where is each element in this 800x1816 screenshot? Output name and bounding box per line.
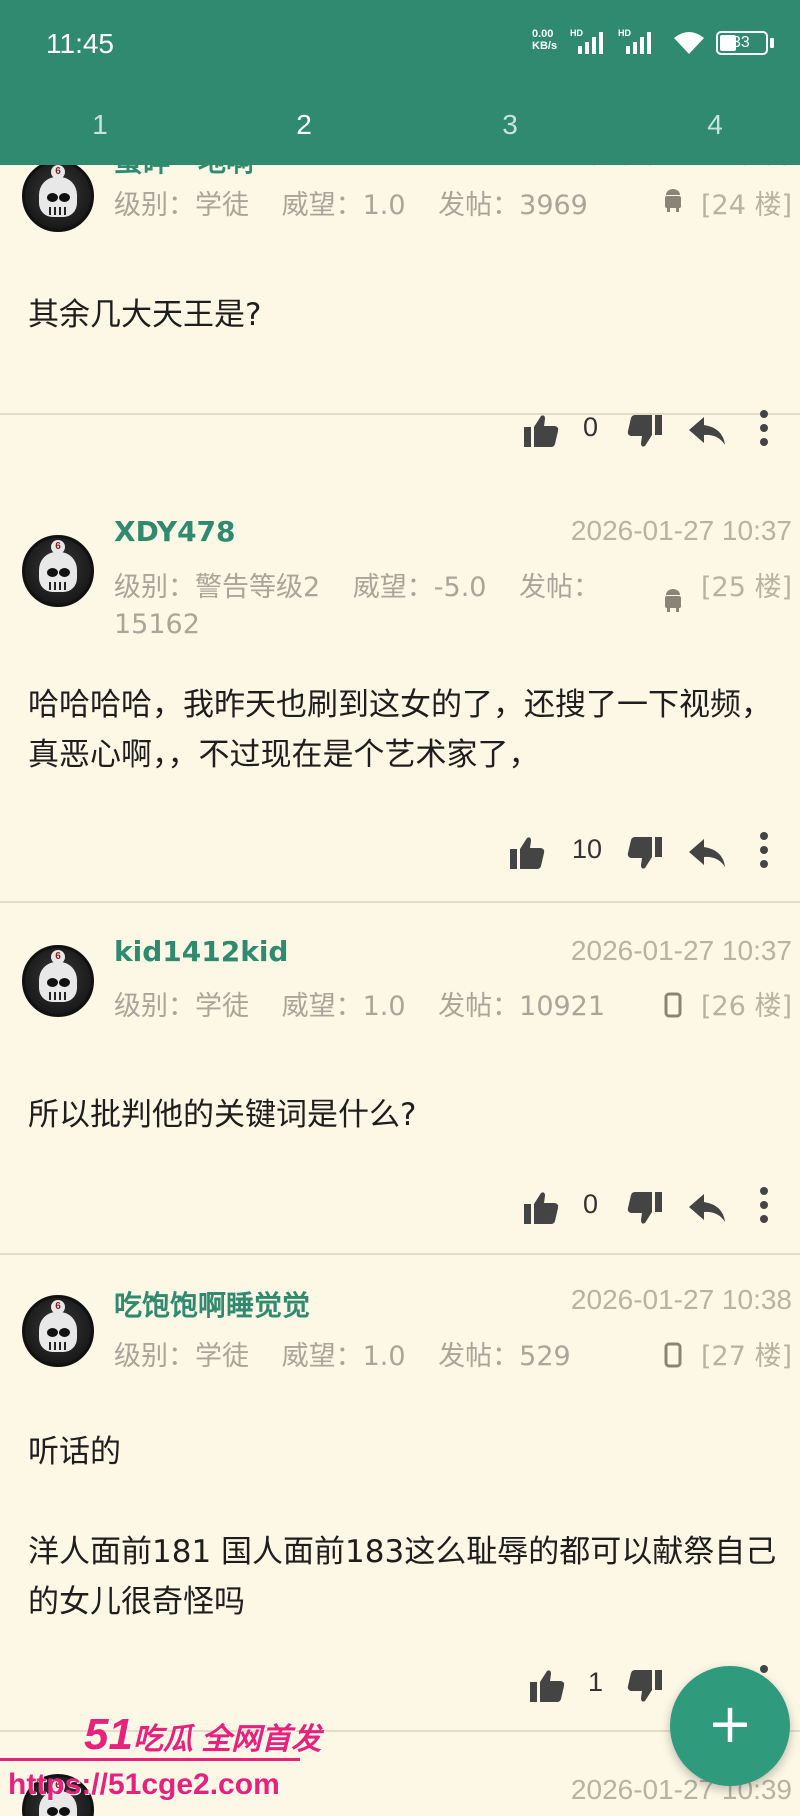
like-count: 1 xyxy=(588,1667,604,1697)
user-meta: 级别：警告等级2 威望：-5.0 发帖： xyxy=(114,572,601,603)
thumbs-down-icon[interactable] xyxy=(627,1669,663,1703)
post-date: 2026-01-27 10:38 xyxy=(570,1284,792,1315)
like-count: 0 xyxy=(583,1189,599,1219)
avatar[interactable]: 6 xyxy=(22,535,94,607)
thumbs-down-icon[interactable] xyxy=(627,1191,663,1225)
tab-page-2[interactable]: 2 xyxy=(204,100,404,150)
more-options-icon[interactable] xyxy=(757,1185,771,1225)
watermark-url: https://51cge2.com xyxy=(8,1768,280,1801)
reply-icon[interactable] xyxy=(688,1193,726,1223)
floor-number: [25 楼] xyxy=(700,572,792,603)
thumbs-up-icon[interactable] xyxy=(529,1669,565,1703)
battery-icon: 33 xyxy=(716,31,768,55)
watermark: 51吃瓜 全网首发 https://51cge2.com xyxy=(0,1710,330,1816)
app-header: 11:45 0.00 KB/s HD HD 33 1 2 3 4 xyxy=(0,0,800,165)
thumbs-up-icon[interactable] xyxy=(523,1191,559,1225)
android-icon xyxy=(665,189,681,212)
new-post-button[interactable]: + xyxy=(670,1666,790,1786)
post-date: 2026-01-27 10:37 xyxy=(570,515,792,546)
signal-icon xyxy=(626,32,651,54)
post-actions: 0 xyxy=(0,1185,800,1231)
battery-level: 33 xyxy=(732,34,750,51)
tab-page-1[interactable]: 1 xyxy=(0,100,200,150)
tab-page-3[interactable]: 3 xyxy=(410,100,610,150)
post-item: 6 XDY478 2026-01-27 10:37 级别：警告等级2 威望：-5… xyxy=(0,417,800,903)
user-meta: 级别：学徒 威望：1.0 发帖：10921 xyxy=(114,991,606,1022)
floor-number: [24 楼] xyxy=(700,190,792,221)
page-tabs: 1 2 3 4 xyxy=(0,100,800,150)
post-actions: 10 xyxy=(0,830,800,876)
avatar[interactable]: 6 xyxy=(22,945,94,1017)
post-count: 15162 xyxy=(114,609,200,640)
post-content: 所以批判他的关键词是什么? xyxy=(28,1097,417,1133)
post-content: 洋人面前181 国人面前183这么耻辱的都可以献祭自己的女儿很奇怪吗 xyxy=(28,1534,777,1620)
post-item: 6 吃饱饱啊睡觉觉 2026-01-27 10:38 级别：学徒 威望：1.0 … xyxy=(0,1257,800,1732)
thumbs-down-icon[interactable] xyxy=(627,836,663,870)
post-item: 6 kid1412kid 2026-01-27 10:37 级别：学徒 威望：1… xyxy=(0,905,800,1255)
user-meta: 级别：学徒 威望：1.0 发帖：529 xyxy=(114,1341,571,1372)
signal-icon xyxy=(578,32,603,54)
phone-icon xyxy=(664,1342,682,1368)
more-options-icon[interactable] xyxy=(757,830,771,870)
post-content: 哈哈哈哈，我昨天也刷到这女的了，还搜了一下视频，真恶心啊，，不过现在是个艺术家了… xyxy=(28,687,772,773)
floor-number: [26 楼] xyxy=(700,991,792,1022)
reply-icon[interactable] xyxy=(688,838,726,868)
status-bar: 11:45 0.00 KB/s HD HD 33 xyxy=(0,0,800,90)
post-content: 听话的 xyxy=(28,1434,121,1470)
post-item: 6 蛋碎一地啊 2026-01-27 10:36 级别：学徒 威望：1.0 发帖… xyxy=(0,140,800,447)
avatar[interactable]: 6 xyxy=(22,1295,94,1367)
clock: 11:45 xyxy=(46,28,114,59)
like-count: 10 xyxy=(572,834,603,864)
thumbs-up-icon[interactable] xyxy=(509,836,545,870)
tab-page-4[interactable]: 4 xyxy=(615,100,800,150)
wifi-icon xyxy=(674,32,704,54)
avatar[interactable]: 6 xyxy=(22,160,94,232)
username[interactable]: kid1412kid xyxy=(114,935,288,968)
android-icon xyxy=(665,589,681,612)
username[interactable]: XDY478 xyxy=(114,515,236,548)
post-date: 2026-01-27 10:39 xyxy=(570,1774,792,1805)
user-meta: 级别：学徒 威望：1.0 发帖：3969 xyxy=(114,190,588,221)
net-speed: 0.00 KB/s xyxy=(532,28,558,52)
watermark-brand: 51吃瓜 全网首发 xyxy=(84,1710,322,1759)
post-content: 其余几大天王是? xyxy=(28,297,262,333)
username[interactable]: 吃饱饱啊睡觉觉 xyxy=(114,1284,310,1324)
post-date: 2026-01-27 10:37 xyxy=(570,935,792,966)
phone-icon xyxy=(664,992,682,1018)
post-feed: 6 蛋碎一地啊 2026-01-27 10:36 级别：学徒 威望：1.0 发帖… xyxy=(0,0,800,1816)
floor-number: [27 楼] xyxy=(700,1341,792,1372)
